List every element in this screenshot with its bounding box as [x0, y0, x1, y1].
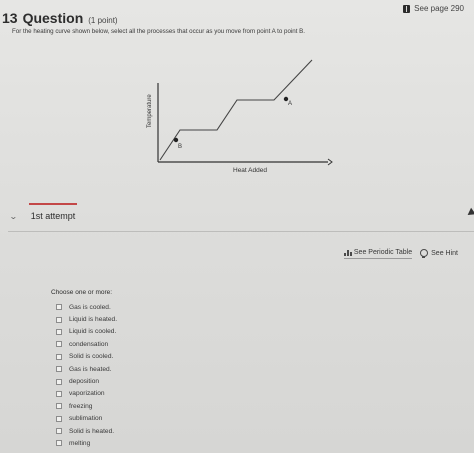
option-label: Solid is cooled. [69, 353, 114, 361]
answer-options: Gas is cooled. Liquid is heated. Liquid … [56, 301, 117, 450]
option-melting[interactable]: melting [56, 437, 117, 449]
hint-button[interactable]: See Hint [420, 249, 458, 259]
see-page-label: See page 290 [414, 4, 464, 13]
option-label: condensation [69, 340, 109, 348]
chevron-down-icon: ⌄ [8, 211, 18, 221]
periodic-table-button[interactable]: See Periodic Table [343, 249, 413, 259]
x-axis-label: Heat Added [233, 167, 267, 174]
option-label: melting [69, 439, 91, 447]
checkbox[interactable] [56, 403, 62, 410]
question-prompt: For the heating curve shown below, selec… [12, 28, 306, 35]
question-header: 13 Question (1 point) [2, 10, 118, 26]
heating-curve-line [159, 59, 313, 161]
question-points: (1 point) [88, 16, 118, 25]
attempt-underline [29, 203, 77, 205]
option-deposition[interactable]: deposition [56, 375, 117, 387]
option-label: Liquid is cooled. [69, 328, 117, 336]
choose-instruction: Choose one or more: [51, 289, 113, 296]
checkbox[interactable] [56, 415, 62, 422]
attempt-label: 1st attempt [30, 211, 76, 221]
checkbox[interactable] [56, 316, 62, 323]
question-page: 13 Question (1 point) See page 290 For t… [0, 0, 474, 453]
option-label: Solid is heated. [69, 427, 115, 435]
checkbox[interactable] [56, 390, 62, 397]
option-label: Gas is cooled. [69, 303, 111, 311]
option-condensation[interactable]: condensation [56, 338, 117, 350]
attempt-toggle[interactable]: ⌄ 1st attempt [8, 211, 76, 221]
option-label: Liquid is heated. [69, 316, 118, 324]
option-label: freezing [69, 402, 93, 410]
checkbox[interactable] [56, 378, 62, 385]
hint-label: See Hint [431, 249, 458, 257]
book-icon [403, 4, 411, 13]
option-label: Gas is heated. [69, 365, 112, 373]
checkbox[interactable] [56, 341, 62, 348]
checkbox[interactable] [56, 328, 62, 335]
see-page-link[interactable]: See page 290 [403, 4, 464, 13]
collapse-caret-icon[interactable] [465, 207, 474, 219]
point-b-label: B [178, 144, 182, 150]
bar-chart-icon [343, 249, 352, 256]
point-a-label: A [288, 101, 292, 107]
checkbox[interactable] [56, 428, 62, 435]
option-label: deposition [69, 378, 100, 386]
x-axis-arrow [327, 158, 333, 166]
lightbulb-icon [420, 249, 429, 258]
option-vaporization[interactable]: vaporization [56, 388, 117, 400]
option-solid-cooled[interactable]: Solid is cooled. [56, 351, 117, 363]
checkbox[interactable] [56, 440, 62, 447]
option-label: vaporization [69, 390, 105, 398]
option-solid-heated[interactable]: Solid is heated. [56, 425, 117, 437]
periodic-table-label: See Periodic Table [353, 249, 413, 256]
attempt-divider [8, 231, 474, 232]
checkbox[interactable] [56, 353, 62, 360]
option-liquid-cooled[interactable]: Liquid is cooled. [56, 326, 117, 338]
help-tools: See Periodic Table See Hint [343, 249, 458, 259]
y-axis-label: Temperature [147, 94, 153, 128]
point-b-marker [173, 137, 179, 143]
option-gas-cooled[interactable]: Gas is cooled. [56, 301, 117, 313]
option-gas-heated[interactable]: Gas is heated. [56, 363, 117, 375]
option-sublimation[interactable]: sublimation [56, 413, 117, 425]
heating-curve-graph: A B Temperature Heat Added [147, 59, 333, 174]
question-number: 13 [2, 10, 18, 26]
checkbox[interactable] [56, 366, 62, 373]
question-title: Question [22, 10, 84, 26]
option-liquid-heated[interactable]: Liquid is heated. [56, 313, 117, 325]
checkbox[interactable] [56, 304, 62, 311]
option-label: sublimation [69, 415, 103, 423]
option-freezing[interactable]: freezing [56, 400, 117, 412]
